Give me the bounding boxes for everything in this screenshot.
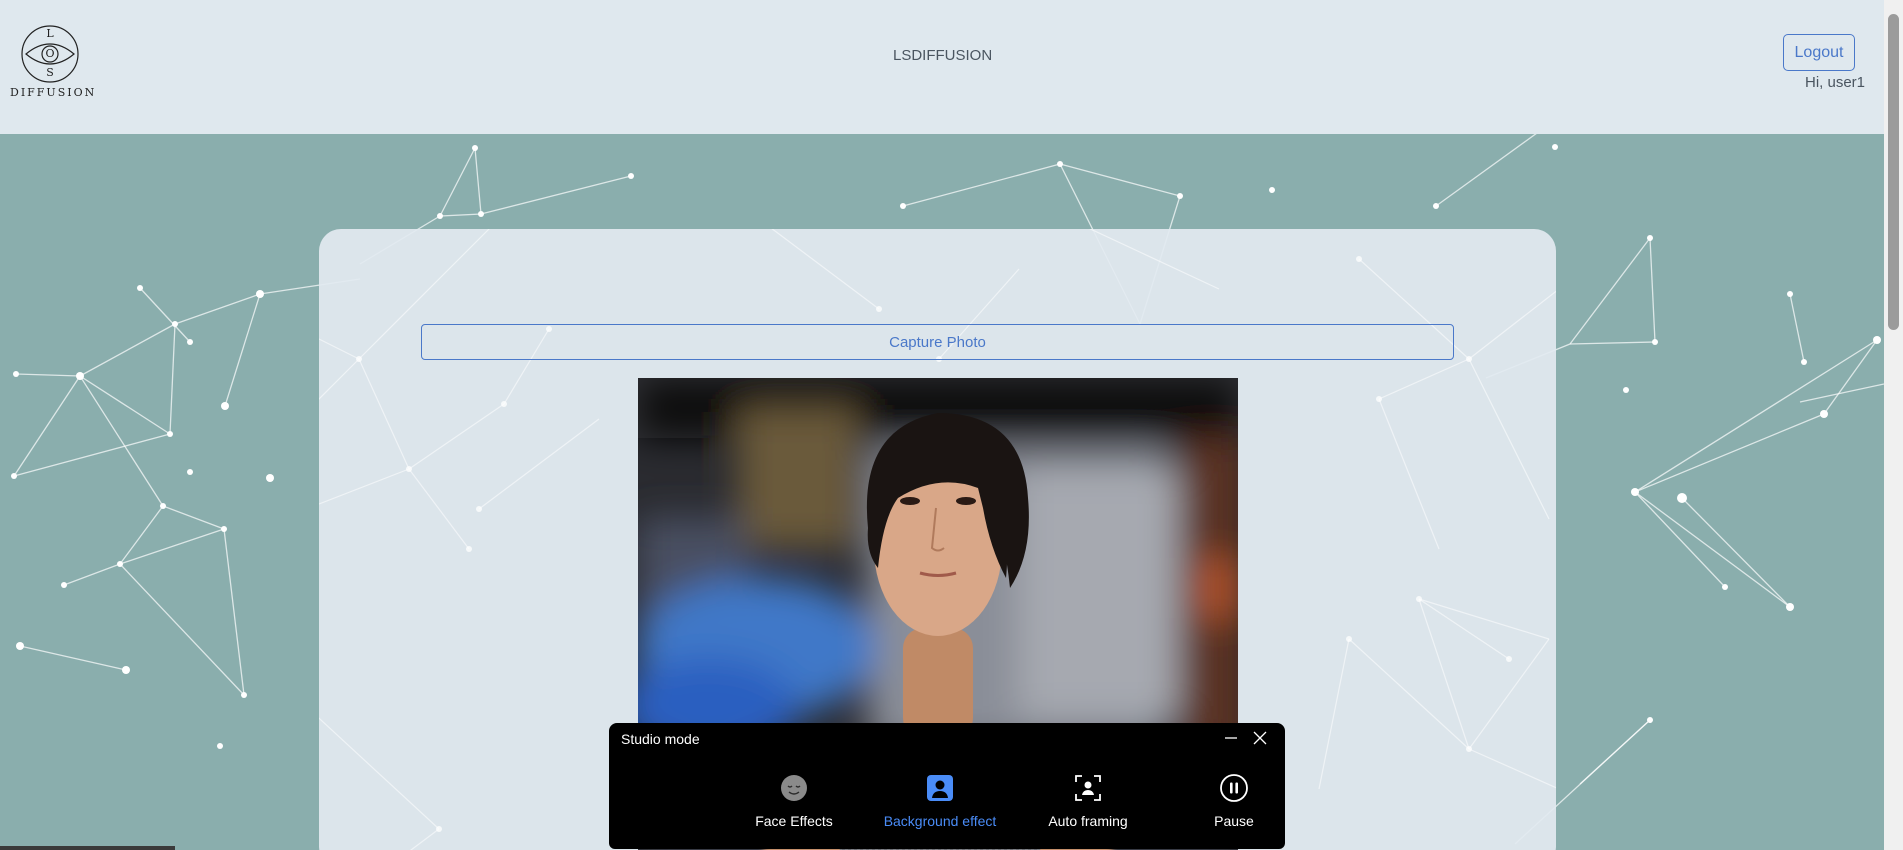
background-effect-option[interactable]: Background effect (870, 773, 1010, 843)
logo-text: DIFFUSION (10, 86, 97, 99)
logo-letter-o: O (45, 47, 54, 60)
face-effects-option[interactable]: Face Effects (724, 773, 864, 843)
taskbar-edge (0, 846, 175, 850)
pause-label: Pause (1214, 813, 1254, 829)
pause-icon (1220, 774, 1248, 802)
capture-photo-button[interactable]: Capture Photo (421, 324, 1454, 360)
studio-mode-panel: Studio mode Face Effects Background effe… (609, 723, 1285, 849)
close-icon[interactable] (1247, 727, 1273, 749)
site-logo[interactable]: L O S DIFFUSION (10, 24, 97, 106)
logo-letter-l: L (46, 27, 54, 40)
scrollbar-thumb[interactable] (1888, 14, 1899, 330)
auto-framing-label: Auto framing (1048, 813, 1128, 829)
logo-letter-s: S (46, 66, 54, 79)
minimize-icon[interactable] (1218, 727, 1244, 749)
background-effect-label: Background effect (883, 813, 997, 829)
page-scrollbar[interactable] (1884, 0, 1903, 850)
site-header: L O S DIFFUSION LSDIFFUSION Logout Hi, u… (0, 0, 1884, 134)
face-icon (781, 775, 807, 801)
frame-person-icon (1075, 775, 1101, 801)
logo-mark-icon: L O S (21, 25, 79, 83)
logout-button[interactable]: Logout (1783, 34, 1855, 71)
person-portrait-icon (927, 775, 953, 801)
pause-option[interactable]: Pause (1164, 773, 1304, 843)
face-effects-label: Face Effects (755, 813, 833, 829)
auto-framing-option[interactable]: Auto framing (1018, 773, 1158, 843)
site-title: LSDIFFUSION (893, 47, 993, 64)
user-greeting: Hi, user1 (1805, 74, 1866, 91)
studio-mode-title: Studio mode (621, 731, 700, 747)
